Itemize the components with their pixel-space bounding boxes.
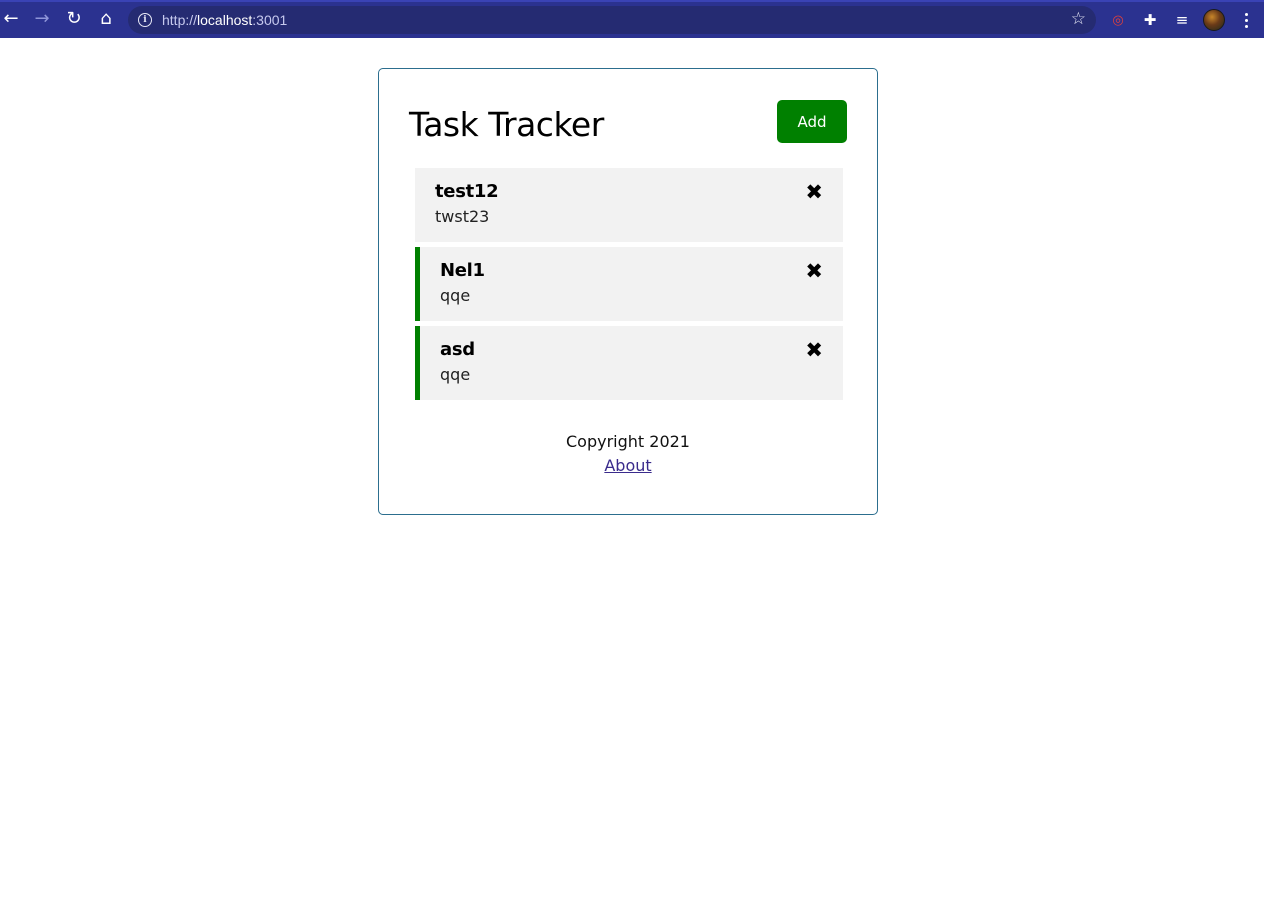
add-task-button[interactable]: Add (777, 100, 847, 143)
copyright-text: Copyright 2021 (566, 432, 690, 451)
delete-task-icon[interactable]: ✖ (805, 340, 823, 361)
task-day: twst23 (435, 207, 490, 226)
reload-icon[interactable]: ↻ (63, 8, 85, 30)
task-item[interactable]: asd qqe ✖ (415, 326, 843, 400)
task-title: asd (440, 339, 475, 360)
task-item[interactable]: Nel1 qqe ✖ (415, 247, 843, 321)
site-info-icon[interactable]: i (138, 13, 152, 27)
browser-menu-icon[interactable] (1238, 9, 1254, 31)
media-control-icon[interactable]: ≡ (1171, 9, 1193, 31)
app-container: Task Tracker Add test12 twst23 ✖ Nel1 qq… (378, 68, 878, 515)
url-port: :3001 (252, 12, 288, 28)
home-icon[interactable]: ⌂ (95, 8, 117, 30)
url-host: localhost (197, 12, 253, 28)
extensions-puzzle-icon[interactable]: ✚ (1139, 9, 1161, 31)
task-item[interactable]: test12 twst23 ✖ (415, 168, 843, 242)
browser-toolbar: ← → ↻ ⌂ i http://localhost:3001 ☆ ◎ ✚ ≡ (0, 0, 1264, 38)
extension-red-icon[interactable]: ◎ (1107, 9, 1129, 31)
url-text[interactable]: http://localhost:3001 (162, 12, 287, 28)
delete-task-icon[interactable]: ✖ (805, 182, 823, 203)
back-arrow-icon[interactable]: ← (0, 8, 22, 30)
task-list: test12 twst23 ✖ Nel1 qqe ✖ asd qqe ✖ (415, 168, 847, 400)
task-day: qqe (440, 286, 471, 305)
page-title: Task Tracker (409, 105, 604, 144)
url-scheme: http:// (162, 12, 198, 28)
profile-avatar[interactable] (1203, 9, 1225, 31)
task-day: qqe (440, 365, 471, 384)
task-title: Nel1 (440, 260, 485, 281)
forward-arrow-icon[interactable]: → (31, 8, 53, 30)
delete-task-icon[interactable]: ✖ (805, 261, 823, 282)
app-footer: Copyright 2021 About (409, 432, 847, 475)
app-header: Task Tracker Add (409, 99, 847, 144)
task-title: test12 (435, 181, 499, 202)
bookmark-star-icon[interactable]: ☆ (1071, 9, 1086, 29)
address-bar[interactable]: i http://localhost:3001 ☆ (128, 6, 1096, 34)
about-link[interactable]: About (604, 456, 651, 475)
